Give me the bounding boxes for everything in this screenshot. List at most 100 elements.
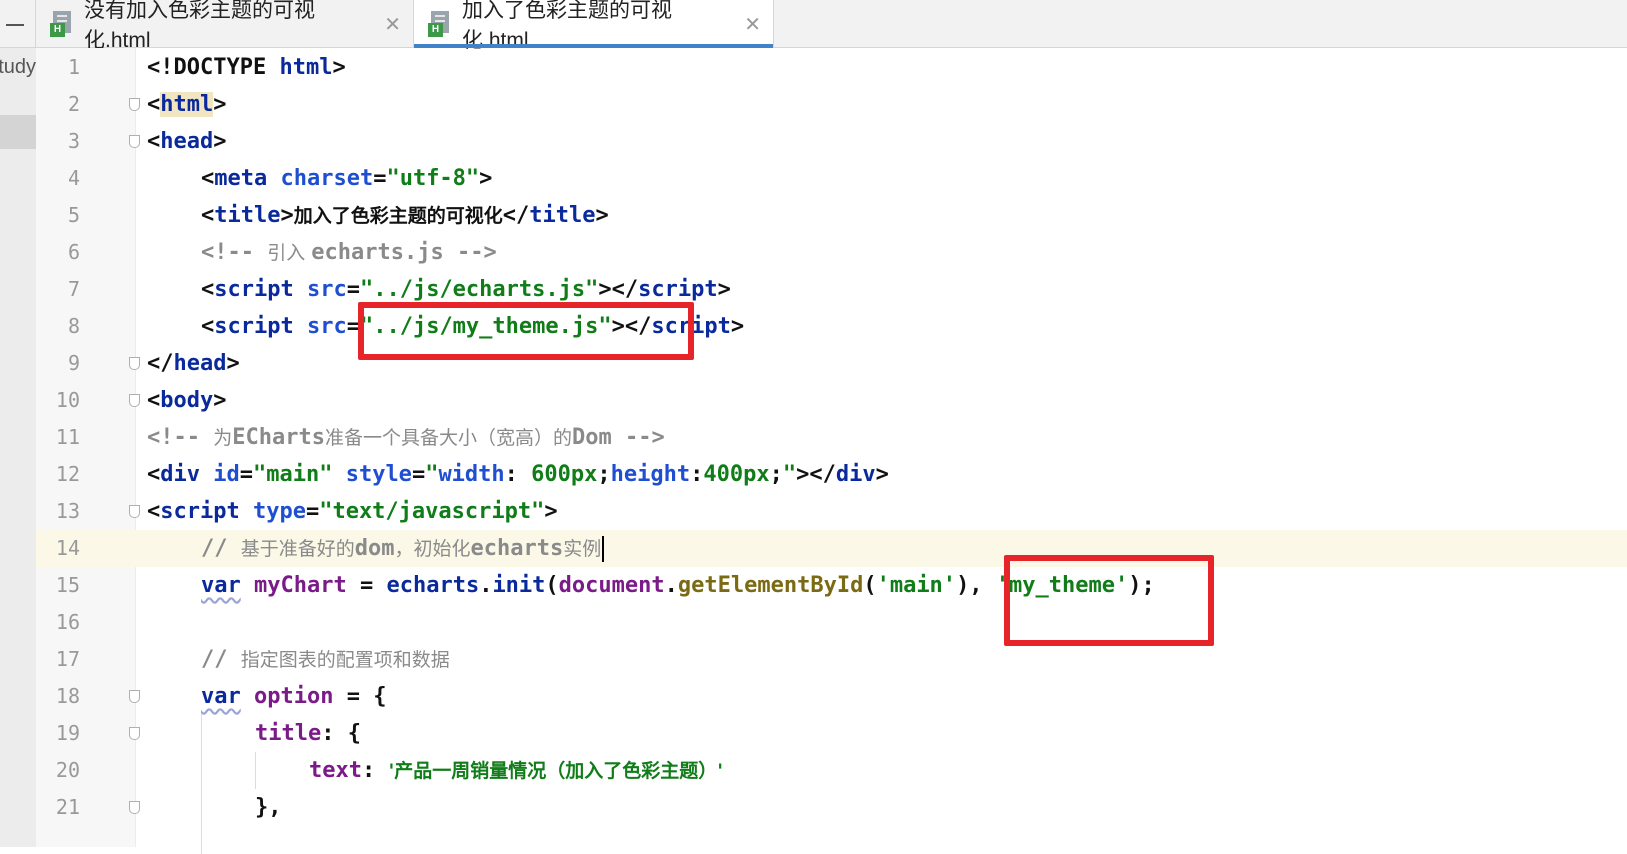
fold-marker-icon[interactable] — [129, 357, 140, 370]
code-line[interactable]: 15 var myChart = echarts.init(document.ge… — [36, 567, 1627, 604]
line-number: 3 — [67, 129, 80, 153]
fold-marker-icon[interactable] — [129, 505, 140, 518]
code-token: " — [425, 462, 439, 487]
code-token: . — [664, 573, 678, 598]
code-token: : { — [321, 721, 361, 746]
code-line[interactable]: 6 <!-- 引入 echarts.js --> — [36, 234, 1627, 271]
code-text: var option = { — [147, 678, 386, 715]
code-token: div — [160, 462, 214, 487]
code-token: ></ — [796, 462, 836, 487]
code-text: <title>加入了色彩主题的可视化</title> — [147, 197, 609, 235]
code-token: < — [201, 277, 215, 302]
code-token: > — [332, 55, 346, 80]
code-line[interactable]: 19 title: { — [36, 715, 1627, 752]
code-token: > — [595, 203, 609, 228]
project-tool-strip[interactable] — [0, 48, 36, 847]
line-number: 21 — [55, 795, 80, 819]
code-token: title — [529, 203, 596, 228]
code-text: <html> — [147, 86, 226, 123]
code-line[interactable]: 21}, — [36, 789, 1627, 826]
code-token: ( — [863, 573, 877, 598]
code-token: echarts — [470, 536, 564, 561]
code-token: ; — [769, 462, 783, 487]
code-token: 400px — [703, 462, 770, 487]
close-icon[interactable]: ✕ — [384, 12, 401, 37]
code-text: text: '产品一周销量情况（加入了色彩主题）' — [147, 752, 723, 790]
code-line[interactable]: 4 <meta charset="utf-8"> — [36, 160, 1627, 197]
close-icon[interactable]: ✕ — [744, 12, 761, 37]
code-line[interactable]: 1 <!DOCTYPE html> — [36, 49, 1627, 86]
text-caret — [602, 536, 605, 562]
code-token: < — [147, 129, 161, 154]
line-number: 18 — [55, 684, 80, 708]
line-number: 14 — [55, 536, 80, 560]
code-token: < — [147, 92, 161, 117]
code-token: head — [173, 351, 227, 376]
code-token: echarts — [386, 573, 480, 598]
fold-marker-icon[interactable] — [129, 690, 140, 703]
line-number: 12 — [55, 462, 80, 486]
project-label[interactable]: study — [0, 56, 36, 79]
line-number: 19 — [55, 721, 80, 745]
code-token: ECharts — [232, 425, 325, 450]
code-token: 加入了色彩主题的可视化 — [293, 205, 503, 227]
code-token: Dom --> — [571, 425, 665, 450]
code-token: </ — [147, 351, 174, 376]
collapse-panel-button[interactable] — [0, 0, 36, 48]
code-token: < — [147, 462, 161, 487]
fold-marker-icon[interactable] — [129, 801, 140, 814]
code-token: "utf-8" — [386, 166, 480, 191]
code-token: echarts.js --> — [311, 240, 497, 265]
code-token: = — [346, 277, 360, 302]
line-number: 4 — [67, 166, 80, 190]
code-token: // — [201, 647, 241, 672]
code-token: html — [160, 92, 214, 117]
fold-marker-icon[interactable] — [129, 98, 140, 111]
code-token: src — [306, 277, 347, 302]
tab-file-without-theme[interactable]: H 没有加入色彩主题的可视化.html ✕ — [36, 0, 414, 52]
code-line[interactable]: 3 <head> — [36, 123, 1627, 160]
code-token: 600px — [531, 462, 598, 487]
code-line[interactable]: 5 <title>加入了色彩主题的可视化</title> — [36, 197, 1627, 234]
code-token: > — [479, 166, 493, 191]
annotation-box-theme-script — [358, 302, 694, 360]
code-line[interactable]: 12 <div id="main" style="width: 600px;hei… — [36, 456, 1627, 493]
code-token: 引入 — [267, 242, 312, 264]
code-line[interactable]: 2 <html> — [36, 86, 1627, 123]
code-token: myChart — [254, 573, 347, 598]
code-token: '产品一周销量情况（加入了色彩主题）' — [388, 760, 724, 782]
line-number: 10 — [55, 388, 80, 412]
fold-marker-icon[interactable] — [129, 727, 140, 740]
code-line[interactable]: 13 <script type="text/javascript"> — [36, 493, 1627, 530]
fold-marker-icon[interactable] — [129, 135, 140, 148]
code-token: ></ — [598, 277, 639, 302]
code-line[interactable]: 7 <script src="../js/echarts.js"></script… — [36, 271, 1627, 308]
code-token: }, — [255, 795, 282, 820]
code-line[interactable]: 17 // 指定图表的配置项和数据 — [36, 641, 1627, 678]
code-token: type — [252, 499, 306, 524]
code-token: < — [201, 203, 215, 228]
code-line[interactable]: 10 <body> — [36, 382, 1627, 419]
project-tree-selection[interactable] — [0, 115, 36, 149]
fold-marker-icon[interactable] — [129, 394, 140, 407]
code-token: ( — [545, 573, 559, 598]
code-token: . — [479, 573, 493, 598]
tab-file-with-theme[interactable]: H 加入了色彩主题的可视化.html ✕ — [414, 0, 774, 52]
minus-icon — [6, 24, 24, 26]
code-editor[interactable]: 1 <!DOCTYPE html> 2 <html> 3 < head > 4 <meta cha… — [36, 49, 1627, 826]
code-token: 为 — [213, 427, 233, 449]
code-line[interactable]: 20 text: '产品一周销量情况（加入了色彩主题）' — [36, 752, 1627, 789]
line-number: 6 — [67, 240, 80, 264]
code-line[interactable]: 8 <script src="../js/my_theme.js"></scrip… — [36, 308, 1627, 345]
code-token: title — [255, 721, 322, 746]
code-token: var — [201, 573, 241, 598]
code-token: : — [690, 462, 704, 487]
html-file-icon: H — [428, 11, 452, 37]
code-line[interactable]: 14 // 基于准备好的dom，初始化echarts实例 — [36, 530, 1627, 567]
code-line[interactable]: 11 <!-- 为ECharts准备一个具备大小（宽高）的Dom --> — [36, 419, 1627, 456]
code-line[interactable]: 18 var option = { — [36, 678, 1627, 715]
code-line[interactable]: 16 — [36, 604, 1627, 641]
code-token: 准备一个具备大小（宽高）的 — [324, 427, 572, 449]
code-line[interactable]: 9 </head> — [36, 345, 1627, 382]
